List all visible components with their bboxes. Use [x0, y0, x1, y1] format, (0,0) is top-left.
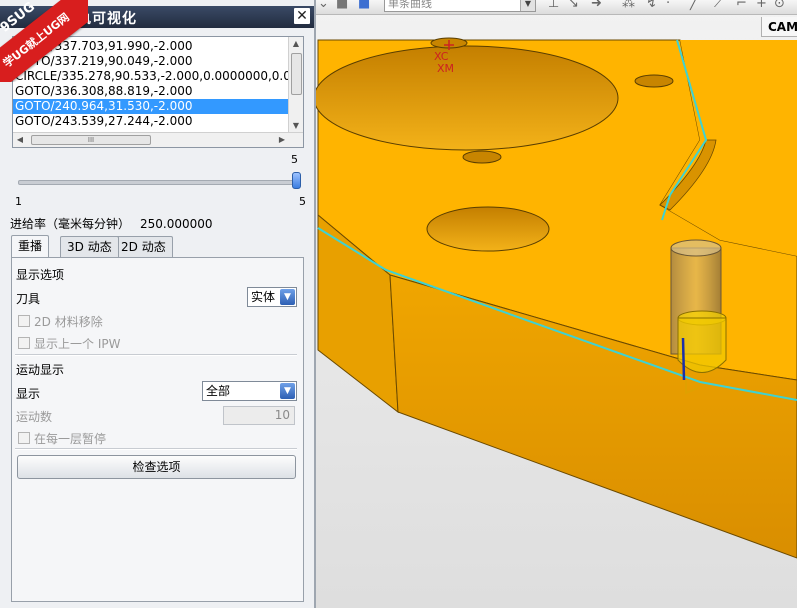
arrow-icon[interactable]: ↘ — [568, 0, 579, 11]
chk-show-prev-ipw-label: 显示上一个 IPW — [34, 337, 121, 351]
axis-label-xm: XM — [437, 62, 454, 75]
chk-2d-material-removal[interactable] — [18, 315, 30, 327]
chevron-down-icon: ▼ — [520, 0, 535, 11]
tool-display-select[interactable]: 实体 ▼ — [247, 287, 297, 307]
list-item-selected[interactable]: GOTO/240.964,31.530,-2.000 — [13, 99, 289, 114]
dropdown-icon[interactable]: ⌄ — [318, 0, 329, 11]
motion-display-heading: 运动显示 — [16, 363, 65, 377]
chk-pause-each-layer[interactable] — [18, 432, 30, 444]
scroll-left-icon[interactable]: ◀ — [13, 133, 27, 147]
vertical-scrollbar[interactable]: ▲ ▼ — [288, 37, 303, 133]
speed-slider-track[interactable] — [18, 180, 296, 185]
scroll-down-icon[interactable]: ▼ — [289, 119, 303, 133]
motion-count-input[interactable]: 10 — [223, 406, 295, 425]
list-item[interactable]: GOTO/336.308,88.819,-2.000 — [13, 84, 289, 99]
tool-display-value: 实体 — [251, 290, 276, 304]
pin-icon[interactable]: ⊥ — [548, 0, 559, 11]
feedrate-label: 进给率（毫米每分钟） — [10, 217, 131, 231]
medium-hole — [426, 206, 550, 252]
replay-tab-panel: 显示选项 刀具 实体 ▼ 2D 材料移除 显示上一个 IPW 运动显示 显示 全… — [11, 257, 304, 602]
divider — [15, 354, 297, 356]
forward-icon[interactable]: ➜ — [591, 0, 602, 11]
cube-blue-icon[interactable]: ■ — [358, 0, 370, 11]
tab-cam[interactable]: CAM — [761, 17, 797, 37]
large-hole — [313, 45, 619, 151]
slider-min-label: 1 — [15, 195, 22, 208]
slider-max-label: 5 — [299, 195, 306, 208]
tab-replay[interactable]: 重播 — [11, 235, 50, 258]
motion-display-select[interactable]: 全部 ▼ — [202, 381, 297, 401]
tool-label: 刀具 — [16, 292, 41, 306]
cube-icon[interactable]: ■ — [336, 0, 348, 11]
horizontal-scrollbar[interactable]: ◀ III ▶ — [13, 132, 303, 147]
chk-pause-each-layer-label: 在每一层暂停 — [34, 432, 107, 446]
curve-rule-value: 单条曲线 — [388, 0, 432, 10]
slider-current-value: 5 — [291, 153, 298, 166]
snap-end-icon[interactable]: ⟋ — [714, 0, 723, 11]
snap-grid-icon[interactable]: ⁂ — [622, 0, 635, 11]
divider — [15, 448, 297, 450]
top-toolbar: ⌄ ■ ■ 单条曲线 ▼ ⊥ ↘ ➜ ⁂ ↯ · ╱ ⟋ ⌐ + ⊙ — [316, 0, 797, 15]
close-button[interactable]: ✕ — [294, 8, 310, 24]
snap-curve-icon[interactable]: ↯ — [646, 0, 657, 11]
small-hole-2 — [634, 74, 674, 88]
motion-count-label: 运动数 — [16, 410, 53, 424]
chevron-down-icon: ▼ — [280, 289, 295, 305]
feedrate-value: 250.000000 — [140, 217, 213, 231]
chk-show-prev-ipw[interactable] — [18, 337, 30, 349]
speed-slider-thumb[interactable] — [291, 172, 301, 189]
tab-2d-dynamic[interactable]: 2D 动态 — [114, 236, 173, 257]
snap-perp-icon[interactable]: + — [756, 0, 767, 11]
small-hole-3 — [462, 150, 502, 164]
snap-line-icon[interactable]: ╱ — [690, 0, 698, 11]
list-item[interactable]: GOTO/243.539,27.244,-2.000 — [13, 114, 289, 129]
snap-point-icon[interactable]: · — [666, 0, 670, 11]
watermark-badge: 9SUG 学UG就上UG网 — [0, 0, 88, 82]
tab-cam-label: CAM — [768, 20, 797, 34]
feedrate-row: 进给率（毫米每分钟） 250.000000 — [10, 215, 213, 232]
curve-rule-combo[interactable]: 单条曲线 ▼ — [384, 0, 536, 12]
motion-display-value: 全部 — [206, 384, 231, 398]
chk-2d-material-removal-label: 2D 材料移除 — [34, 315, 103, 329]
horizontal-scroll-thumb[interactable]: III — [31, 135, 151, 145]
check-options-button[interactable]: 检查选项 — [17, 455, 296, 479]
snap-mid-icon[interactable]: ⌐ — [736, 0, 747, 11]
display-label: 显示 — [16, 387, 41, 401]
vertical-scroll-thumb[interactable] — [291, 53, 302, 95]
toolpath-visualization-dialog: 刀轨可视化 ✕ 9SUG 学UG就上UG网 GOTO/337.703,91.99… — [0, 0, 316, 608]
scroll-up-icon[interactable]: ▲ — [289, 37, 303, 51]
scroll-right-icon[interactable]: ▶ — [275, 133, 289, 147]
tab-3d-dynamic[interactable]: 3D 动态 — [60, 236, 119, 257]
chevron-down-icon: ▼ — [280, 383, 295, 399]
display-options-heading: 显示选项 — [16, 268, 65, 282]
snap-center-icon[interactable]: ⊙ — [774, 0, 785, 11]
